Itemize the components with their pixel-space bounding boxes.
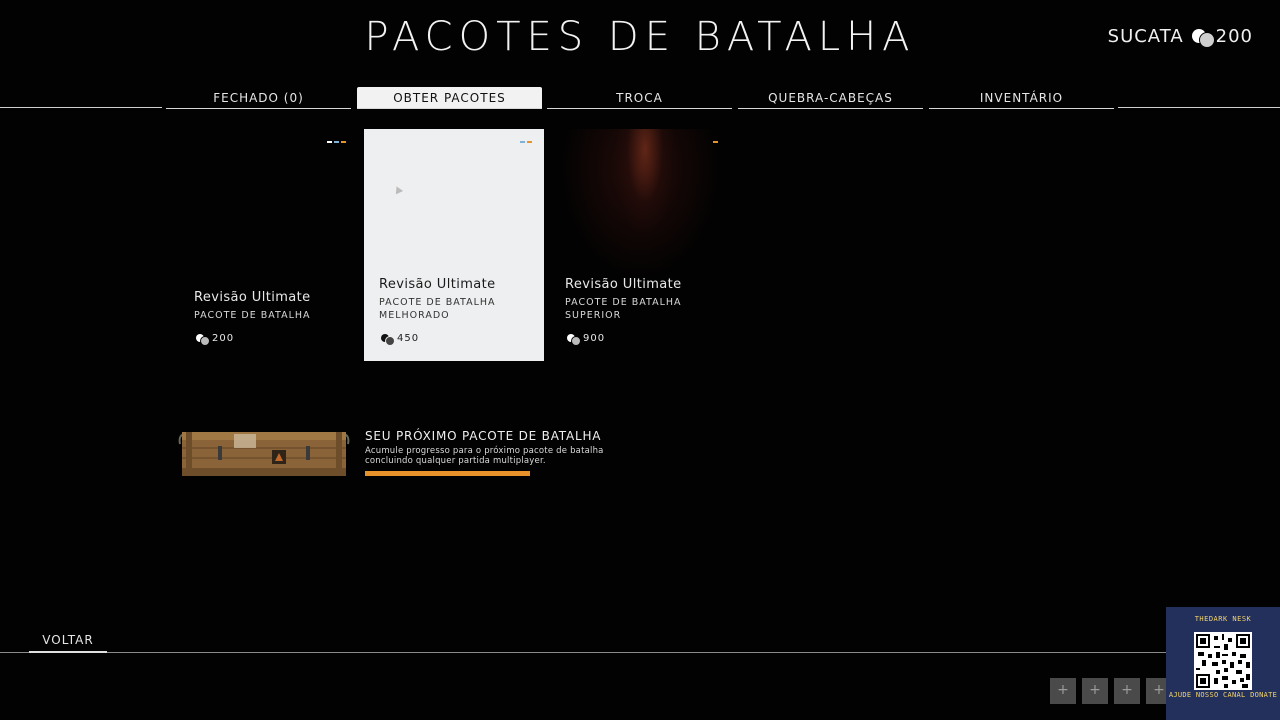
page-title: PACOTES DE BATALHA [364,14,916,60]
tab-inventario[interactable]: INVENTÁRIO [929,87,1114,109]
pack-card-standard[interactable]: Revisão Ultimate PACOTE DE BATALHA 200 [179,129,359,361]
cursor-icon [392,184,404,195]
pack-type: PACOTE DE BATALHA MELHORADO [379,297,496,321]
pack-name: Revisão Ultimate [194,290,311,305]
qr-code-icon [1194,632,1252,690]
tab-divider-right [1118,107,1280,108]
pack-price: 450 [381,333,420,346]
donate-overlay: THEDARK NESK AJUDE NOSSO CANAL DONATE [1166,607,1280,720]
pack-artwork [550,129,730,279]
pack-name: Revisão Ultimate [565,277,682,292]
currency-label: SUCATA [1107,26,1184,47]
pack-price: 900 [567,333,606,346]
back-button[interactable]: VOLTAR [29,630,107,653]
tier-badge [520,141,532,143]
pack-type: PACOTE DE BATALHA [194,310,311,321]
scrap-icon [1191,28,1215,48]
tab-troca[interactable]: TROCA [547,87,732,109]
donate-caption: AJUDE NOSSO CANAL DONATE [1168,691,1278,699]
pack-price-value: 450 [397,333,420,344]
scrap-icon [567,333,581,346]
channel-name: THEDARK NESK [1194,615,1252,623]
scrap-icon [196,333,210,346]
crate-icon [178,432,350,476]
next-pack-title: SEU PRÓXIMO PACOTE DE BATALHA [365,429,602,443]
pack-type: PACOTE DE BATALHA SUPERIOR [565,297,682,321]
tab-obter-pacotes[interactable]: OBTER PACOTES [357,87,542,109]
pack-card-improved[interactable]: Revisão Ultimate PACOTE DE BATALHA MELHO… [364,129,544,361]
progress-fill [365,471,530,476]
currency-display: SUCATA 200 [1107,26,1253,48]
pack-price-value: 200 [212,333,235,344]
tab-fechado[interactable]: FECHADO (0) [166,87,351,109]
add-button[interactable]: + [1082,678,1108,704]
tab-quebra-cabecas[interactable]: QUEBRA-CABEÇAS [738,87,923,109]
add-button[interactable]: + [1114,678,1140,704]
add-button[interactable]: + [1050,678,1076,704]
pack-price-value: 900 [583,333,606,344]
scrap-icon [381,333,395,346]
tier-badge [713,141,718,143]
next-pack-description: Acumule progresso para o próximo pacote … [365,446,604,466]
pack-card-superior[interactable]: Revisão Ultimate PACOTE DE BATALHA SUPER… [550,129,730,361]
pack-name: Revisão Ultimate [379,277,496,292]
footer-divider [0,652,1280,653]
tab-divider-left [0,107,162,108]
next-pack-progress [365,471,530,476]
pack-price: 200 [196,333,235,346]
currency-value: 200 [1215,26,1253,47]
tier-badge [327,141,346,143]
